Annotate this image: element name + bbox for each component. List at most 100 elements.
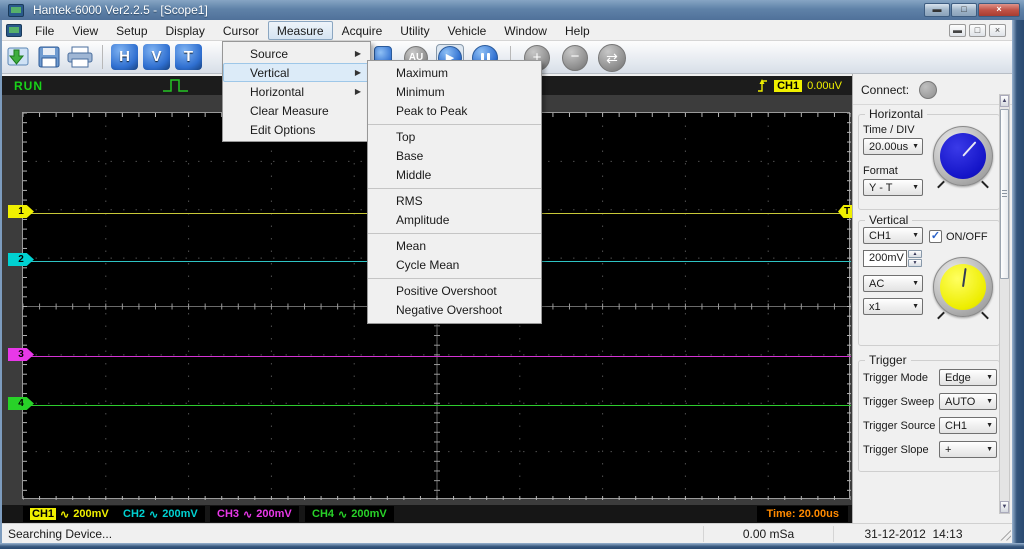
scroll-up-button[interactable]: ▲ xyxy=(1000,95,1009,107)
window-close-button[interactable]: × xyxy=(978,3,1020,17)
sample-rate-readout: 0.00 mSa xyxy=(703,525,833,542)
submenu-item-top[interactable]: Top xyxy=(368,128,541,147)
menu-view[interactable]: View xyxy=(63,21,107,40)
ch2-scale: 200mV xyxy=(162,508,198,520)
volt-scale-stepper[interactable]: 200mV ▲ ▼ xyxy=(863,250,922,267)
trigger-source-select[interactable]: CH1 ▼ xyxy=(939,417,997,434)
horizontal-settings-button[interactable]: H xyxy=(111,44,138,70)
submenu-item-maximum[interactable]: Maximum xyxy=(368,64,541,83)
dropdown-arrow-icon: ▼ xyxy=(986,446,993,453)
probe-select[interactable]: x1 ▼ xyxy=(863,298,923,315)
submenu-arrow-icon: ▶ xyxy=(354,87,361,96)
coupling-select[interactable]: AC ▼ xyxy=(863,275,923,292)
ch1-badge[interactable]: CH1 ∿ 200mV xyxy=(23,506,116,522)
print-icon[interactable] xyxy=(66,45,94,69)
dropdown-arrow-icon: ▼ xyxy=(912,184,919,191)
window-border xyxy=(0,543,1024,549)
trigger-sweep-label: Trigger Sweep xyxy=(863,396,935,408)
window-maximize-button[interactable]: □ xyxy=(951,3,977,17)
menu-item-horizontal[interactable]: Horizontal ▶ xyxy=(223,82,370,101)
menu-item-vertical[interactable]: Vertical ▶ xyxy=(223,63,370,82)
measure-menu: Source ▶ Vertical ▶ Horizontal ▶ Clear M… xyxy=(222,41,371,142)
submenu-item-negative-overshoot[interactable]: Negative Overshoot xyxy=(368,301,541,320)
stepper-up-button[interactable]: ▲ xyxy=(908,250,922,258)
channel-onoff[interactable]: ✓ ON/OFF xyxy=(929,230,988,243)
trigger-sweep-select[interactable]: AUTO ▼ xyxy=(939,393,997,410)
trigger-slope-select[interactable]: + ▼ xyxy=(939,441,997,458)
connect-status-indicator xyxy=(919,81,938,99)
trigger-channel-badge: CH1 xyxy=(774,79,803,92)
submenu-item-peak-to-peak[interactable]: Peak to Peak xyxy=(368,102,541,121)
channel-select[interactable]: CH1 ▼ xyxy=(863,227,923,244)
trigger-slope-label: Trigger Slope xyxy=(863,444,929,456)
time-div-select[interactable]: 20.00us ▼ xyxy=(863,138,923,155)
menu-help[interactable]: Help xyxy=(556,21,599,40)
time-readout: Time: 20.00us xyxy=(757,506,848,522)
zoom-out-button[interactable]: − xyxy=(562,45,588,71)
trigger-group-title: Trigger xyxy=(865,353,911,367)
ch3-scale: 200mV xyxy=(256,508,292,520)
menu-utility[interactable]: Utility xyxy=(391,21,438,40)
ch4-trace[interactable] xyxy=(23,405,851,406)
trigger-mode-value: Edge xyxy=(945,371,971,384)
child-close-button[interactable]: × xyxy=(989,23,1006,37)
scrollbar-thumb[interactable] xyxy=(1000,109,1009,279)
menu-item-source[interactable]: Source ▶ xyxy=(223,44,370,63)
submenu-item-mean[interactable]: Mean xyxy=(368,237,541,256)
status-bar: Searching Device... 0.00 mSa 31-12-2012 … xyxy=(2,523,1012,543)
connect-label: Connect: xyxy=(861,83,910,97)
submenu-item-cycle-mean[interactable]: Cycle Mean xyxy=(368,256,541,275)
scroll-down-button[interactable]: ▼ xyxy=(1000,501,1009,513)
submenu-item-minimum[interactable]: Minimum xyxy=(368,83,541,102)
ch3-badge[interactable]: CH3 ∿ 200mV xyxy=(210,506,299,522)
dropdown-arrow-icon: ▼ xyxy=(986,422,993,429)
submenu-item-rms[interactable]: RMS xyxy=(368,192,541,211)
ch4-label: CH4 xyxy=(312,508,335,520)
menu-item-clear-measure[interactable]: Clear Measure xyxy=(223,101,370,120)
submenu-item-middle[interactable]: Middle xyxy=(368,166,541,185)
ch2-badge[interactable]: CH2 ∿ 200mV xyxy=(116,506,205,522)
dropdown-arrow-icon: ▼ xyxy=(986,374,993,381)
menu-window[interactable]: Window xyxy=(495,21,556,40)
trigger-settings-button[interactable]: T xyxy=(175,44,202,70)
child-restore-button[interactable]: □ xyxy=(969,23,986,37)
dropdown-arrow-icon: ▼ xyxy=(986,398,993,405)
onoff-label: ON/OFF xyxy=(946,230,988,243)
format-select[interactable]: Y - T ▼ xyxy=(863,179,923,196)
scope-document-icon xyxy=(6,23,22,37)
submenu-item-amplitude[interactable]: Amplitude xyxy=(368,211,541,230)
ch4-coupling-icon: ∿ xyxy=(338,508,348,521)
menu-cursor[interactable]: Cursor xyxy=(214,21,268,40)
stepper-down-button[interactable]: ▼ xyxy=(908,259,922,267)
save-icon[interactable] xyxy=(37,45,61,69)
knob-pointer xyxy=(962,141,977,157)
menu-file[interactable]: File xyxy=(26,21,63,40)
dropdown-arrow-icon: ▼ xyxy=(912,232,919,239)
panel-scrollbar[interactable]: ▲ ▼ xyxy=(999,94,1010,514)
vertical-settings-button[interactable]: V xyxy=(143,44,170,70)
menu-display[interactable]: Display xyxy=(157,21,214,40)
submenu-item-base[interactable]: Base xyxy=(368,147,541,166)
window-minimize-button[interactable]: ▬ xyxy=(924,3,950,17)
ch4-badge[interactable]: CH4 ∿ 200mV xyxy=(305,506,394,522)
menu-measure[interactable]: Measure xyxy=(267,20,333,40)
onoff-checkbox[interactable]: ✓ xyxy=(929,230,942,243)
submenu-item-positive-overshoot[interactable]: Positive Overshoot xyxy=(368,282,541,301)
trigger-mode-select[interactable]: Edge ▼ xyxy=(939,369,997,386)
ch4-scale: 200mV xyxy=(351,508,387,520)
child-minimize-button[interactable]: ▬ xyxy=(949,23,966,37)
panel-separator xyxy=(853,104,1013,105)
resize-grip[interactable] xyxy=(997,526,1011,541)
menu-vehicle[interactable]: Vehicle xyxy=(439,21,496,40)
horizontal-knob[interactable] xyxy=(933,126,993,189)
ch3-trace[interactable] xyxy=(23,356,851,357)
toolbar-separator xyxy=(102,45,103,69)
run-indicator: RUN xyxy=(14,78,43,93)
swap-waveform-button[interactable]: ⇄ xyxy=(598,44,626,72)
menu-item-edit-options[interactable]: Edit Options xyxy=(223,120,370,139)
ch2-label: CH2 xyxy=(123,508,146,520)
menu-acquire[interactable]: Acquire xyxy=(333,21,392,40)
open-icon[interactable] xyxy=(6,44,32,70)
vertical-knob[interactable] xyxy=(933,257,993,320)
menu-setup[interactable]: Setup xyxy=(107,21,156,40)
